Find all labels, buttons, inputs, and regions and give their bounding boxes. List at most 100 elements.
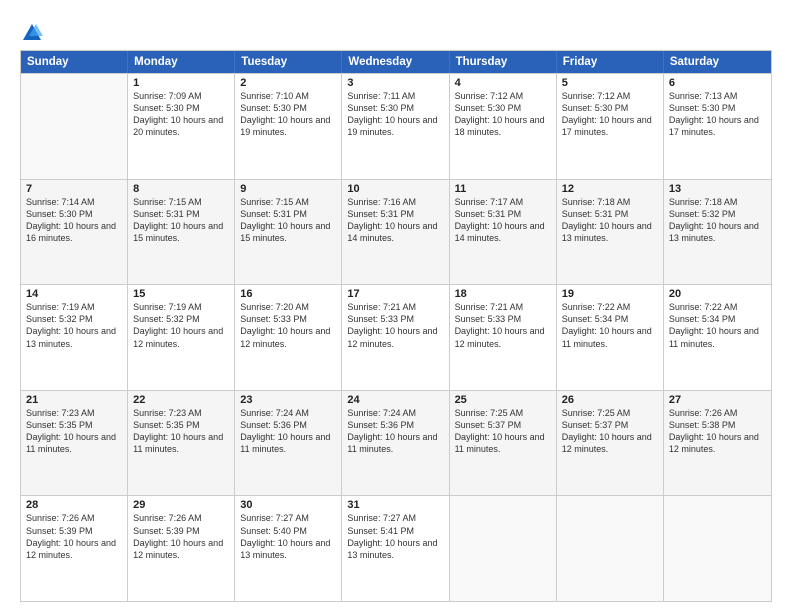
day-cell-1: 1Sunrise: 7:09 AM Sunset: 5:30 PM Daylig…	[128, 74, 235, 179]
day-info: Sunrise: 7:16 AM Sunset: 5:31 PM Dayligh…	[347, 196, 443, 245]
day-info: Sunrise: 7:09 AM Sunset: 5:30 PM Dayligh…	[133, 90, 229, 139]
calendar-row-1: 1Sunrise: 7:09 AM Sunset: 5:30 PM Daylig…	[21, 73, 771, 179]
header	[20, 18, 772, 40]
day-cell-9: 9Sunrise: 7:15 AM Sunset: 5:31 PM Daylig…	[235, 180, 342, 285]
day-info: Sunrise: 7:14 AM Sunset: 5:30 PM Dayligh…	[26, 196, 122, 245]
day-info: Sunrise: 7:21 AM Sunset: 5:33 PM Dayligh…	[347, 301, 443, 350]
day-number: 11	[455, 183, 551, 195]
day-cell-15: 15Sunrise: 7:19 AM Sunset: 5:32 PM Dayli…	[128, 285, 235, 390]
day-number: 15	[133, 288, 229, 300]
day-number: 21	[26, 394, 122, 406]
day-cell-20: 20Sunrise: 7:22 AM Sunset: 5:34 PM Dayli…	[664, 285, 771, 390]
day-info: Sunrise: 7:22 AM Sunset: 5:34 PM Dayligh…	[669, 301, 766, 350]
header-day-tuesday: Tuesday	[235, 51, 342, 73]
day-cell-3: 3Sunrise: 7:11 AM Sunset: 5:30 PM Daylig…	[342, 74, 449, 179]
day-cell-21: 21Sunrise: 7:23 AM Sunset: 5:35 PM Dayli…	[21, 391, 128, 496]
day-info: Sunrise: 7:27 AM Sunset: 5:41 PM Dayligh…	[347, 512, 443, 561]
day-number: 3	[347, 77, 443, 89]
day-cell-18: 18Sunrise: 7:21 AM Sunset: 5:33 PM Dayli…	[450, 285, 557, 390]
header-day-sunday: Sunday	[21, 51, 128, 73]
day-number: 31	[347, 499, 443, 511]
calendar-row-3: 14Sunrise: 7:19 AM Sunset: 5:32 PM Dayli…	[21, 284, 771, 390]
day-number: 22	[133, 394, 229, 406]
calendar-row-2: 7Sunrise: 7:14 AM Sunset: 5:30 PM Daylig…	[21, 179, 771, 285]
empty-cell	[21, 74, 128, 179]
day-cell-5: 5Sunrise: 7:12 AM Sunset: 5:30 PM Daylig…	[557, 74, 664, 179]
day-number: 24	[347, 394, 443, 406]
day-cell-27: 27Sunrise: 7:26 AM Sunset: 5:38 PM Dayli…	[664, 391, 771, 496]
day-info: Sunrise: 7:24 AM Sunset: 5:36 PM Dayligh…	[240, 407, 336, 456]
day-number: 8	[133, 183, 229, 195]
day-cell-6: 6Sunrise: 7:13 AM Sunset: 5:30 PM Daylig…	[664, 74, 771, 179]
day-info: Sunrise: 7:12 AM Sunset: 5:30 PM Dayligh…	[562, 90, 658, 139]
day-number: 9	[240, 183, 336, 195]
calendar-row-4: 21Sunrise: 7:23 AM Sunset: 5:35 PM Dayli…	[21, 390, 771, 496]
day-info: Sunrise: 7:21 AM Sunset: 5:33 PM Dayligh…	[455, 301, 551, 350]
day-cell-31: 31Sunrise: 7:27 AM Sunset: 5:41 PM Dayli…	[342, 496, 449, 601]
day-info: Sunrise: 7:19 AM Sunset: 5:32 PM Dayligh…	[26, 301, 122, 350]
day-cell-11: 11Sunrise: 7:17 AM Sunset: 5:31 PM Dayli…	[450, 180, 557, 285]
empty-cell	[450, 496, 557, 601]
day-cell-17: 17Sunrise: 7:21 AM Sunset: 5:33 PM Dayli…	[342, 285, 449, 390]
day-number: 30	[240, 499, 336, 511]
day-cell-16: 16Sunrise: 7:20 AM Sunset: 5:33 PM Dayli…	[235, 285, 342, 390]
day-cell-14: 14Sunrise: 7:19 AM Sunset: 5:32 PM Dayli…	[21, 285, 128, 390]
day-cell-2: 2Sunrise: 7:10 AM Sunset: 5:30 PM Daylig…	[235, 74, 342, 179]
day-number: 10	[347, 183, 443, 195]
day-number: 27	[669, 394, 766, 406]
header-day-wednesday: Wednesday	[342, 51, 449, 73]
day-cell-13: 13Sunrise: 7:18 AM Sunset: 5:32 PM Dayli…	[664, 180, 771, 285]
day-info: Sunrise: 7:26 AM Sunset: 5:38 PM Dayligh…	[669, 407, 766, 456]
day-info: Sunrise: 7:19 AM Sunset: 5:32 PM Dayligh…	[133, 301, 229, 350]
page: SundayMondayTuesdayWednesdayThursdayFrid…	[0, 0, 792, 612]
header-day-friday: Friday	[557, 51, 664, 73]
day-cell-29: 29Sunrise: 7:26 AM Sunset: 5:39 PM Dayli…	[128, 496, 235, 601]
calendar-body: 1Sunrise: 7:09 AM Sunset: 5:30 PM Daylig…	[21, 73, 771, 601]
day-cell-8: 8Sunrise: 7:15 AM Sunset: 5:31 PM Daylig…	[128, 180, 235, 285]
day-number: 2	[240, 77, 336, 89]
day-info: Sunrise: 7:15 AM Sunset: 5:31 PM Dayligh…	[240, 196, 336, 245]
day-info: Sunrise: 7:23 AM Sunset: 5:35 PM Dayligh…	[133, 407, 229, 456]
day-info: Sunrise: 7:18 AM Sunset: 5:31 PM Dayligh…	[562, 196, 658, 245]
logo	[20, 18, 44, 40]
day-number: 6	[669, 77, 766, 89]
day-cell-19: 19Sunrise: 7:22 AM Sunset: 5:34 PM Dayli…	[557, 285, 664, 390]
day-number: 1	[133, 77, 229, 89]
header-day-monday: Monday	[128, 51, 235, 73]
empty-cell	[557, 496, 664, 601]
day-cell-25: 25Sunrise: 7:25 AM Sunset: 5:37 PM Dayli…	[450, 391, 557, 496]
day-number: 4	[455, 77, 551, 89]
day-number: 20	[669, 288, 766, 300]
day-info: Sunrise: 7:10 AM Sunset: 5:30 PM Dayligh…	[240, 90, 336, 139]
day-info: Sunrise: 7:26 AM Sunset: 5:39 PM Dayligh…	[26, 512, 122, 561]
day-info: Sunrise: 7:27 AM Sunset: 5:40 PM Dayligh…	[240, 512, 336, 561]
day-number: 12	[562, 183, 658, 195]
day-info: Sunrise: 7:17 AM Sunset: 5:31 PM Dayligh…	[455, 196, 551, 245]
day-info: Sunrise: 7:22 AM Sunset: 5:34 PM Dayligh…	[562, 301, 658, 350]
day-number: 17	[347, 288, 443, 300]
day-info: Sunrise: 7:13 AM Sunset: 5:30 PM Dayligh…	[669, 90, 766, 139]
day-info: Sunrise: 7:20 AM Sunset: 5:33 PM Dayligh…	[240, 301, 336, 350]
day-info: Sunrise: 7:12 AM Sunset: 5:30 PM Dayligh…	[455, 90, 551, 139]
day-number: 14	[26, 288, 122, 300]
day-info: Sunrise: 7:23 AM Sunset: 5:35 PM Dayligh…	[26, 407, 122, 456]
day-cell-10: 10Sunrise: 7:16 AM Sunset: 5:31 PM Dayli…	[342, 180, 449, 285]
day-info: Sunrise: 7:11 AM Sunset: 5:30 PM Dayligh…	[347, 90, 443, 139]
day-cell-4: 4Sunrise: 7:12 AM Sunset: 5:30 PM Daylig…	[450, 74, 557, 179]
logo-icon	[21, 22, 43, 42]
logo-text	[20, 18, 44, 44]
day-number: 28	[26, 499, 122, 511]
day-number: 19	[562, 288, 658, 300]
day-number: 29	[133, 499, 229, 511]
day-info: Sunrise: 7:15 AM Sunset: 5:31 PM Dayligh…	[133, 196, 229, 245]
day-number: 26	[562, 394, 658, 406]
day-number: 16	[240, 288, 336, 300]
calendar: SundayMondayTuesdayWednesdayThursdayFrid…	[20, 50, 772, 602]
day-info: Sunrise: 7:25 AM Sunset: 5:37 PM Dayligh…	[455, 407, 551, 456]
day-info: Sunrise: 7:24 AM Sunset: 5:36 PM Dayligh…	[347, 407, 443, 456]
day-cell-7: 7Sunrise: 7:14 AM Sunset: 5:30 PM Daylig…	[21, 180, 128, 285]
calendar-header: SundayMondayTuesdayWednesdayThursdayFrid…	[21, 51, 771, 73]
day-number: 13	[669, 183, 766, 195]
day-number: 25	[455, 394, 551, 406]
day-cell-30: 30Sunrise: 7:27 AM Sunset: 5:40 PM Dayli…	[235, 496, 342, 601]
